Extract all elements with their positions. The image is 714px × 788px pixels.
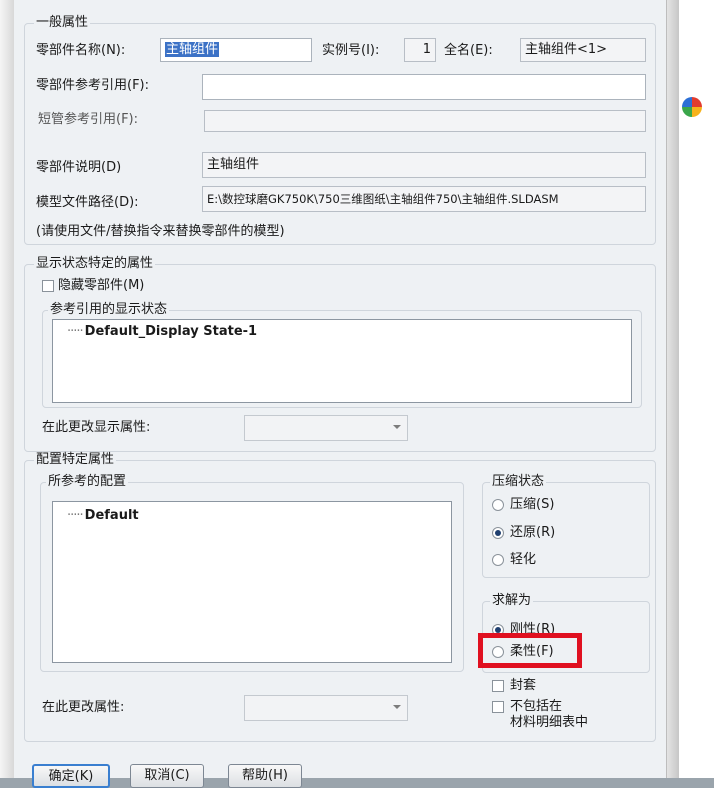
change-display-label: 在此更改显示属性: xyxy=(42,420,151,435)
cancel-button[interactable]: 取消(C) xyxy=(130,764,204,788)
lightweight-radio[interactable] xyxy=(492,554,504,566)
highlight-annotation-box xyxy=(478,633,582,668)
referenced-config-title: 所参考的配置 xyxy=(46,474,129,490)
tree-line-icon: ····· xyxy=(67,324,84,339)
suppression-state-title: 压缩状态 xyxy=(490,474,547,490)
change-properties-dropdown[interactable] xyxy=(244,695,408,721)
short-reference-field xyxy=(204,110,646,132)
exclude-bom-label-line1: 不包括在 xyxy=(510,699,563,714)
exclude-bom-checkbox[interactable] xyxy=(492,701,504,713)
replace-model-note: (请使用文件/替换指令来替换零部件的模型) xyxy=(36,224,285,239)
chevron-down-icon xyxy=(393,705,401,709)
display-state-label: Default_Display State-1 xyxy=(84,324,258,339)
change-properties-label: 在此更改属性: xyxy=(42,700,125,715)
component-name-input[interactable]: 主轴组件 xyxy=(160,38,312,62)
ok-button[interactable]: 确定(K) xyxy=(32,764,110,788)
lightweight-label: 轻化 xyxy=(510,552,537,567)
solve-as-title: 求解为 xyxy=(490,593,534,609)
short-reference-label: 短管参考引用(F): xyxy=(38,112,139,127)
display-state-item[interactable]: ····· Default_Display State-1 xyxy=(67,324,257,340)
resolve-radio[interactable] xyxy=(492,527,504,539)
left-window-edge xyxy=(0,0,15,778)
help-button[interactable]: 帮助(H) xyxy=(228,764,302,788)
background-scrollbar[interactable] xyxy=(666,0,679,778)
chevron-down-icon xyxy=(393,425,401,429)
description-label: 零部件说明(D) xyxy=(36,160,122,175)
config-item[interactable]: ····· Default xyxy=(67,508,139,524)
ref-display-states-title: 参考引用的显示状态 xyxy=(48,302,170,318)
tree-line-icon: ····· xyxy=(67,508,84,523)
config-title: 配置特定属性 xyxy=(34,452,117,468)
general-properties-title: 一般属性 xyxy=(34,15,91,31)
envelope-label: 封套 xyxy=(510,678,537,693)
model-path-label: 模型文件路径(D): xyxy=(36,195,139,210)
reference-label: 零部件参考引用(F): xyxy=(36,78,150,93)
component-name-value: 主轴组件 xyxy=(165,42,220,57)
fullname-label: 全名(E): xyxy=(444,43,493,58)
description-field[interactable]: 主轴组件 xyxy=(202,152,646,178)
config-item-label: Default xyxy=(84,508,139,523)
suppress-label: 压缩(S) xyxy=(510,497,555,512)
resolve-label: 还原(R) xyxy=(510,525,556,540)
suppress-radio[interactable] xyxy=(492,499,504,511)
exclude-bom-label-line2: 材料明细表中 xyxy=(510,715,589,730)
display-states-list[interactable]: ····· Default_Display State-1 xyxy=(52,319,632,403)
change-display-dropdown[interactable] xyxy=(244,415,408,441)
component-name-label: 零部件名称(N): xyxy=(36,43,126,58)
suppression-state-group xyxy=(482,482,650,578)
instance-number-field[interactable]: 1 xyxy=(404,38,436,62)
envelope-checkbox[interactable] xyxy=(492,680,504,692)
hide-component-label: 隐藏零部件(M) xyxy=(58,278,145,293)
configs-list[interactable]: ····· Default xyxy=(52,501,452,663)
display-state-title: 显示状态特定的属性 xyxy=(34,256,156,272)
fullname-field: 主轴组件<1> xyxy=(520,38,646,62)
instance-label: 实例号(I): xyxy=(322,43,380,58)
model-path-field: E:\数控球磨GK750K\750三维图纸\主轴组件750\主轴组件.SLDAS… xyxy=(202,186,646,212)
reference-input[interactable] xyxy=(202,74,646,100)
hide-component-checkbox[interactable] xyxy=(42,280,54,292)
color-wheel-icon xyxy=(682,97,702,117)
